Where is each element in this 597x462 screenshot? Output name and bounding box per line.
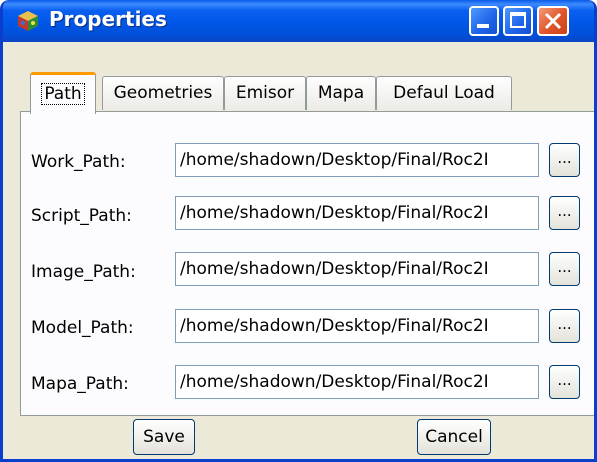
- maximize-button[interactable]: [503, 6, 533, 36]
- model-path-label: Model_Path:: [31, 318, 134, 338]
- model-path-input[interactable]: /home/shadown/Desktop/Final/Roc2I: [175, 309, 539, 343]
- close-button[interactable]: [537, 6, 569, 36]
- title-bar[interactable]: Properties: [3, 0, 594, 42]
- tab-geometries[interactable]: Geometries: [102, 76, 224, 110]
- mapa-path-browse-button[interactable]: ...: [549, 365, 580, 399]
- mapa-path-input[interactable]: /home/shadown/Desktop/Final/Roc2I: [175, 365, 539, 399]
- work-path-input[interactable]: /home/shadown/Desktop/Final/Roc2I: [175, 143, 539, 177]
- tab-geometries-label: Geometries: [113, 83, 213, 103]
- script-path-browse-button[interactable]: ...: [549, 196, 580, 230]
- work-path-browse-button[interactable]: ...: [549, 143, 580, 177]
- properties-window: Properties Path Geometries Emisor Mapa D…: [0, 0, 597, 462]
- script-path-input[interactable]: /home/shadown/Desktop/Final/Roc2I: [175, 196, 539, 230]
- tab-mapa-label: Mapa: [317, 83, 365, 103]
- model-path-browse-button[interactable]: ...: [549, 309, 580, 343]
- tab-path[interactable]: Path: [30, 72, 96, 114]
- tab-path-label: Path: [41, 83, 85, 105]
- maximize-icon: [510, 12, 526, 28]
- mapa-path-label: Mapa_Path:: [31, 374, 129, 394]
- image-path-input[interactable]: /home/shadown/Desktop/Final/Roc2I: [175, 252, 539, 286]
- window-title: Properties: [49, 7, 167, 31]
- minimize-icon: [477, 24, 489, 28]
- script-path-label: Script_Path:: [31, 206, 132, 226]
- tab-defaul-load[interactable]: Defaul Load: [376, 76, 512, 110]
- cancel-button[interactable]: Cancel: [417, 419, 491, 455]
- tab-mapa[interactable]: Mapa: [306, 76, 376, 110]
- work-path-label: Work_Path:: [31, 152, 126, 172]
- close-icon: [544, 12, 562, 30]
- tab-emisor[interactable]: Emisor: [224, 76, 306, 110]
- image-path-label: Image_Path:: [31, 262, 136, 282]
- image-path-browse-button[interactable]: ...: [549, 252, 580, 286]
- tab-defaul-load-label: Defaul Load: [393, 83, 495, 103]
- minimize-button[interactable]: [469, 6, 499, 36]
- tab-emisor-label: Emisor: [235, 83, 295, 103]
- save-button[interactable]: Save: [133, 419, 195, 455]
- app-cube-icon: [17, 10, 39, 32]
